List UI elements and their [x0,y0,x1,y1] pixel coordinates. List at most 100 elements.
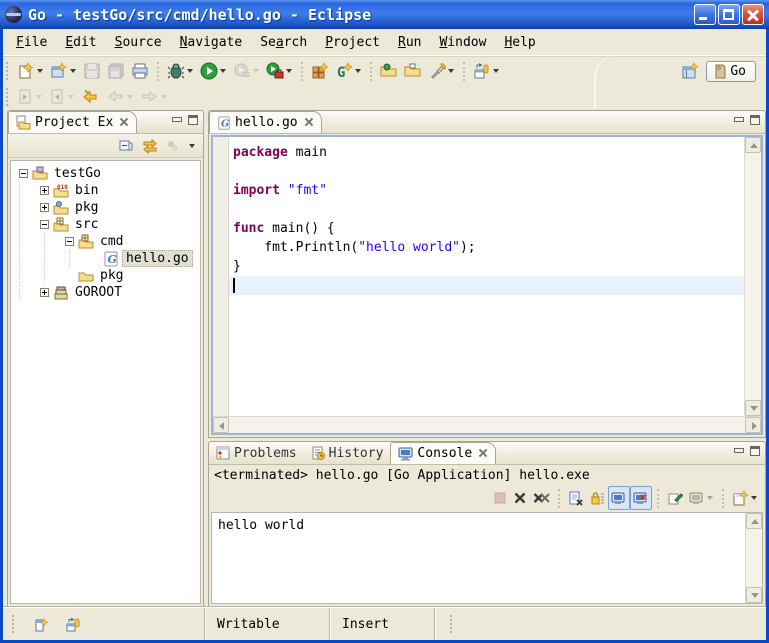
tree-item-goroot[interactable]: GOROOT [11,284,200,301]
print-button[interactable] [128,59,152,83]
show-stderr-toggle-button[interactable] [630,486,652,510]
scroll-up-icon[interactable] [746,513,762,529]
menu-run[interactable]: Run [389,32,430,53]
new-project-grid-button[interactable] [308,59,332,83]
fast-view-button[interactable] [30,612,52,636]
toolbar-grip[interactable] [12,615,16,633]
remove-all-terminated-button[interactable] [530,486,553,510]
collapse-expander-icon[interactable] [40,220,49,229]
external-tools-button[interactable] [263,59,296,83]
prev-annotation-button[interactable] [46,85,78,109]
close-button[interactable] [742,4,764,25]
terminate-button[interactable] [490,486,510,510]
collapse-expander-icon[interactable] [19,169,28,178]
view-menu-button[interactable] [185,134,199,158]
scroll-down-icon[interactable] [745,400,761,416]
maximize-view-icon[interactable] [750,446,760,456]
display-console-button[interactable] [686,486,717,510]
status-insert-mode: Insert [329,608,434,640]
open-perspective-button[interactable] [678,59,702,83]
minimize-button[interactable] [694,4,716,25]
scroll-lock-button[interactable] [587,486,608,510]
menu-navigate[interactable]: Navigate [171,32,252,53]
tree-item-pkg[interactable]: pkg [11,199,200,216]
new-wizard-button[interactable] [14,59,47,83]
tab-project-explorer[interactable]: Project Ex [8,111,137,133]
menu-project[interactable]: Project [316,32,389,53]
editor-hscroll[interactable] [213,416,761,433]
trim-annotations-button[interactable] [62,612,85,636]
show-stdout-toggle-button[interactable] [608,486,630,510]
collapse-all-button[interactable] [115,134,137,158]
back-arrow-icon [106,88,125,105]
link-with-editor-button[interactable] [139,134,161,158]
menu-bar: File Edit Source Navigate Search Project… [3,29,766,56]
tree-item-cmd[interactable]: cmd [11,233,200,250]
minimize-view-icon[interactable] [734,447,743,456]
search-button[interactable] [425,59,458,83]
last-edit-location-button[interactable] [78,85,103,109]
save-all-button[interactable] [104,59,128,83]
remove-launch-button[interactable] [510,486,530,510]
pin-console-button[interactable] [664,486,686,510]
minimize-view-icon[interactable] [172,116,181,125]
minimize-view-icon[interactable] [734,116,743,125]
open-type-button[interactable] [377,59,401,83]
console-output[interactable]: hello world [212,513,745,603]
tree-item-testgo[interactable]: testGo [11,165,200,182]
close-icon[interactable] [120,118,129,127]
maximize-view-icon[interactable] [188,115,198,125]
title-bar[interactable]: Go - testGo/src/cmd/hello.go - Eclipse [0,0,769,29]
menu-help[interactable]: Help [495,32,544,53]
scroll-up-icon[interactable] [745,137,761,153]
open-resource-button[interactable] [401,59,425,83]
go-perspective-button[interactable]: Go [706,61,756,82]
new-project-button[interactable] [47,59,80,83]
tree-item-bin[interactable]: 010 bin [11,182,200,199]
tab-console[interactable]: Console [390,442,496,464]
editor-panel: G hello.go package main import "fmt" fun… [208,110,766,438]
menu-source[interactable]: Source [106,32,171,53]
scroll-left-icon[interactable] [213,417,229,433]
maximize-button[interactable] [718,4,740,25]
open-console-button[interactable] [729,486,761,510]
run-button[interactable] [197,59,230,83]
remove-x-icon [513,491,527,505]
console-vscroll[interactable] [745,513,762,603]
menu-file[interactable]: File [7,32,56,53]
scroll-down-icon[interactable] [746,587,762,603]
show-annotations-button[interactable] [470,59,503,83]
close-icon[interactable] [479,449,488,458]
toolbar-grip[interactable] [6,88,10,106]
close-icon[interactable] [305,118,314,127]
status-bar: Writable Insert [3,607,766,640]
forward-button[interactable] [137,85,171,109]
scroll-right-icon[interactable] [745,417,761,433]
tree-item-pkg-src[interactable]: pkg [11,267,200,284]
toolbar-grip[interactable] [6,62,10,80]
tree-item-hello-go[interactable]: G hello.go [11,250,200,267]
code-area[interactable]: package main import "fmt" func main() { … [229,137,744,416]
tree-item-src[interactable]: src [11,216,200,233]
menu-search[interactable]: Search [251,32,316,53]
editor-vscroll[interactable] [744,137,761,416]
view-filter-button[interactable] [163,134,183,158]
profile-button[interactable] [230,59,263,83]
menu-edit[interactable]: Edit [56,32,105,53]
tab-problems[interactable]: Problems [209,442,304,464]
clear-console-button[interactable] [565,486,587,510]
new-go-element-button[interactable]: G [332,59,365,83]
debug-button[interactable] [164,59,197,83]
expand-expander-icon[interactable] [40,186,49,195]
maximize-view-icon[interactable] [750,115,760,125]
expand-expander-icon[interactable] [40,288,49,297]
collapse-expander-icon[interactable] [65,237,74,246]
expand-expander-icon[interactable] [40,203,49,212]
back-button[interactable] [103,85,137,109]
next-annotation-button[interactable] [14,85,46,109]
menu-window[interactable]: Window [430,32,495,53]
tab-history[interactable]: History [304,442,391,464]
save-button[interactable] [80,59,104,83]
stderr-console-icon [633,491,649,506]
tab-hello-go[interactable]: G hello.go [209,111,322,133]
